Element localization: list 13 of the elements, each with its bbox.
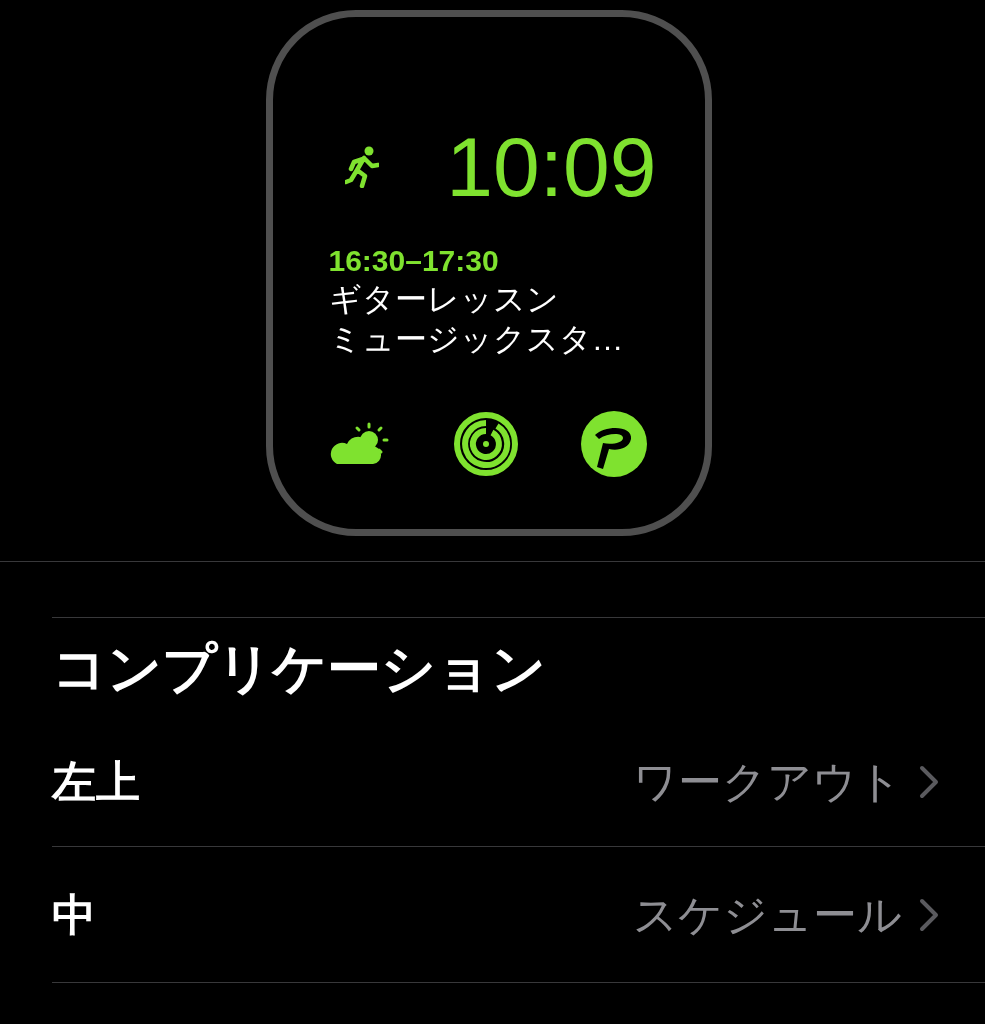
complication-row[interactable]: 中 スケジュール <box>52 847 985 983</box>
runner-icon <box>344 146 379 188</box>
chevron-icon <box>918 896 940 933</box>
event-location: ミュージックスタ… <box>328 320 624 359</box>
weather-icon <box>328 422 391 466</box>
complication-row[interactable]: 左上 ワークアウト <box>52 718 985 847</box>
watch-time: 10:09 <box>446 125 657 209</box>
chevron-icon <box>918 764 940 800</box>
rings-icon <box>452 411 519 477</box>
letter-logo-icon <box>580 411 647 477</box>
section-heading: コンプリケーション <box>52 641 546 695</box>
event-time: 16:30–17:30 <box>328 243 499 279</box>
event-title: ギターレッスン <box>328 280 559 319</box>
